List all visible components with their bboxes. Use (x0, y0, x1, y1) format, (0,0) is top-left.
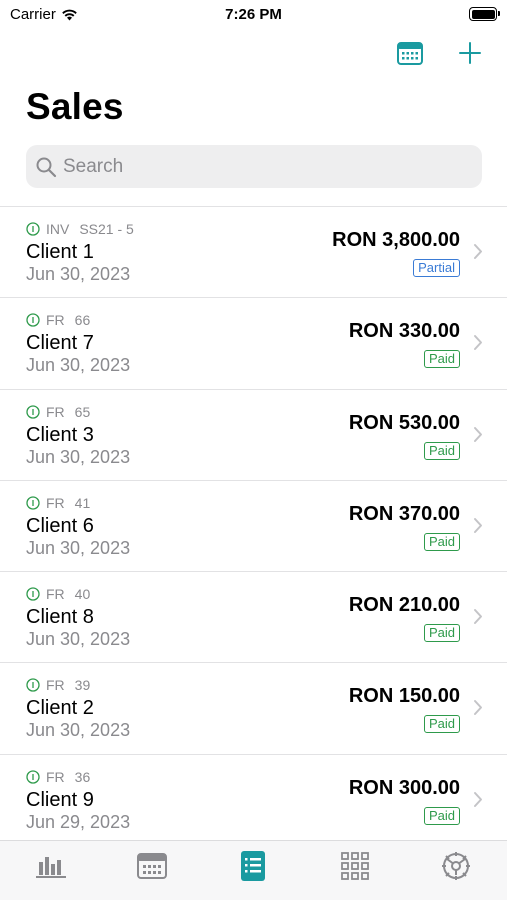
document-meta: FR 65 (26, 404, 90, 420)
info-icon (26, 404, 40, 419)
info-icon (26, 496, 40, 510)
status-badge: Paid (423, 532, 460, 551)
document-type: FR (46, 768, 65, 785)
sale-date: Jun 30, 2023 (26, 264, 131, 284)
client-name: Client 9 (26, 788, 94, 811)
status-badge: Partial (413, 259, 460, 277)
info-icon (26, 770, 40, 784)
sale-amount: RON 3,800.00 (332, 229, 460, 251)
sale-date: Jun 30, 2023 (26, 355, 131, 376)
page-title: Sales (26, 86, 124, 127)
sale-amount: RON 300.00 (348, 776, 460, 799)
bar-chart-icon (35, 857, 66, 878)
sale-date: Jun 30, 2023 (26, 537, 131, 558)
status-badge: Paid (423, 806, 460, 825)
sale-row[interactable]: FR 36 Client 9 Jun 29, 2023 RON 300.00 P… (0, 753, 507, 845)
chevron-right-icon (474, 426, 482, 442)
sales-list: INV SS21 - 5 Client 1 Jun 30, 2023 RON 3… (0, 206, 507, 845)
sale-date: Jun 30, 2023 (26, 720, 131, 741)
sale-row[interactable]: FR 66 Client 7 Jun 30, 2023 RON 330.00 P… (0, 297, 507, 388)
document-type: FR (46, 312, 65, 329)
nav-actions (395, 38, 485, 68)
document-number: 39 (74, 677, 91, 694)
document-meta: INV SS21 - 5 (26, 221, 134, 237)
document-meta: FR 66 (26, 312, 90, 328)
chevron-right-icon (474, 791, 482, 807)
info-icon (26, 678, 40, 693)
client-name: Client 7 (26, 332, 94, 355)
sale-amount: RON 530.00 (348, 411, 460, 434)
battery-icon (469, 7, 500, 21)
status-badge: Paid (423, 350, 460, 369)
tab-reports[interactable] (31, 849, 71, 883)
document-meta: FR 41 (26, 495, 90, 511)
sale-date: Jun 30, 2023 (26, 446, 131, 467)
search-bar[interactable] (26, 145, 482, 188)
document-meta: FR 40 (26, 586, 90, 602)
sale-row[interactable]: FR 65 Client 3 Jun 30, 2023 RON 530.00 P… (0, 388, 507, 480)
info-icon (26, 587, 40, 601)
search-input[interactable] (63, 155, 463, 178)
tab-bar (0, 840, 507, 900)
grid-icon (340, 852, 369, 880)
tab-items[interactable] (335, 849, 375, 883)
calendar-button[interactable] (395, 38, 425, 68)
search-icon (36, 157, 57, 177)
document-number: 36 (74, 768, 91, 785)
tab-calendar[interactable] (132, 849, 172, 883)
sale-row[interactable]: FR 41 Client 6 Jun 30, 2023 RON 370.00 P… (0, 479, 507, 571)
client-name: Client 2 (26, 697, 94, 720)
settings-icon (442, 852, 471, 880)
document-number: 66 (74, 312, 91, 329)
chevron-right-icon (474, 609, 482, 625)
status-bar: Carrier 7:26 PM (0, 0, 507, 30)
client-name: Client 8 (26, 606, 94, 629)
document-type: INV (46, 221, 70, 237)
tab-sales[interactable] (233, 849, 273, 883)
calendar-icon (397, 42, 423, 65)
sale-amount: RON 150.00 (348, 685, 460, 708)
document-meta: FR 39 (26, 677, 90, 693)
chevron-right-icon (474, 517, 482, 533)
client-name: Client 3 (26, 423, 94, 446)
chevron-right-icon (474, 335, 482, 351)
chevron-right-icon (474, 700, 482, 716)
add-sale-button[interactable] (455, 38, 485, 68)
plus-icon (459, 42, 481, 64)
tab-settings[interactable] (436, 849, 476, 883)
sale-amount: RON 330.00 (348, 320, 460, 343)
document-number: 41 (74, 494, 91, 511)
calendar-icon (137, 853, 168, 879)
info-icon (26, 313, 40, 327)
document-number: 65 (74, 403, 91, 420)
document-number: SS21 - 5 (79, 221, 134, 237)
sale-date: Jun 30, 2023 (26, 629, 131, 650)
chevron-right-icon (474, 244, 482, 259)
status-badge: Paid (423, 715, 460, 734)
sale-row[interactable]: FR 40 Client 8 Jun 30, 2023 RON 210.00 P… (0, 571, 507, 662)
sale-row[interactable]: INV SS21 - 5 Client 1 Jun 30, 2023 RON 3… (0, 206, 507, 297)
info-icon (26, 222, 40, 236)
sale-amount: RON 370.00 (348, 502, 460, 525)
status-badge: Paid (423, 441, 460, 460)
document-type: FR (46, 677, 65, 694)
battery-level (471, 9, 495, 19)
status-badge: Paid (423, 624, 460, 643)
sale-date: Jun 29, 2023 (26, 811, 131, 832)
client-name: Client 1 (26, 241, 94, 263)
document-type: FR (46, 586, 65, 603)
document-type: FR (46, 403, 65, 420)
document-number: 40 (74, 586, 91, 603)
document-meta: FR 36 (26, 769, 90, 785)
sale-row[interactable]: FR 39 Client 2 Jun 30, 2023 RON 150.00 P… (0, 662, 507, 753)
document-type: FR (46, 494, 65, 511)
client-name: Client 6 (26, 514, 94, 537)
list-icon (241, 851, 266, 881)
status-time: 7:26 PM (225, 6, 282, 23)
sale-amount: RON 210.00 (348, 594, 460, 617)
